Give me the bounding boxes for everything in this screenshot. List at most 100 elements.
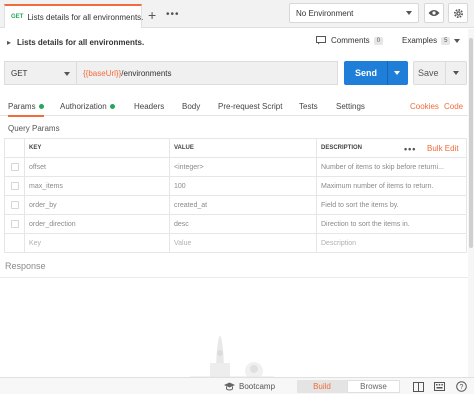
params-table: KEY VALUE DESCRIPTION ••• Bulk Edit offs…	[4, 138, 467, 253]
caret-down-icon[interactable]	[453, 71, 459, 75]
tab-params[interactable]: Params	[8, 102, 44, 117]
chevron-right-icon[interactable]: ▸	[7, 38, 11, 47]
tab-method: GET	[11, 14, 24, 20]
bootcamp-icon	[224, 382, 235, 391]
keyboard-button[interactable]	[434, 381, 445, 392]
tab-settings[interactable]: Settings	[336, 102, 365, 111]
keyboard-icon	[434, 382, 445, 391]
status-bar: Bootcamp Build Browse ?	[0, 377, 474, 394]
tab-params-label: Params	[8, 102, 36, 111]
tab-headers-label: Headers	[134, 102, 165, 111]
row-checkbox-cell	[4, 157, 25, 177]
comments-count: 0	[373, 36, 384, 45]
two-pane-button[interactable]	[413, 381, 424, 392]
param-value-cell[interactable]: created_at	[169, 195, 317, 215]
scrollbar-thumb[interactable]	[469, 38, 473, 248]
url-path: /environments	[121, 68, 172, 78]
param-value-cell[interactable]: <integer>	[169, 157, 317, 177]
param-description-cell[interactable]: Number of items to skip before returni..…	[316, 157, 467, 177]
param-description-cell[interactable]: Maximum number of items to return.	[316, 176, 467, 196]
help-icon: ?	[456, 381, 467, 392]
caret-down-icon	[406, 11, 412, 15]
browse-toggle[interactable]: Browse	[347, 380, 400, 393]
top-bar: GET Lists details for all environments. …	[0, 0, 474, 28]
comment-icon	[316, 36, 326, 45]
tab-tests-label: Tests	[299, 102, 318, 111]
table-row: order_direction desc Direction to sort t…	[4, 214, 467, 234]
save-button[interactable]: Save	[413, 61, 467, 85]
row-checkbox-cell	[4, 233, 25, 253]
request-tab[interactable]: GET Lists details for all environments.	[4, 4, 144, 28]
status-dot	[38, 104, 44, 109]
url-variable: {{baseUrl}}	[83, 68, 122, 78]
eye-icon	[428, 10, 440, 16]
row-checkbox[interactable]	[10, 182, 19, 190]
cookies-link[interactable]: Cookies	[410, 102, 439, 111]
param-key-cell[interactable]: order_direction	[24, 214, 170, 234]
tab-authorization-label: Authorization	[60, 102, 107, 111]
response-divider	[0, 277, 474, 278]
environment-select[interactable]: No Environment	[289, 3, 419, 23]
table-header-row: KEY VALUE DESCRIPTION ••• Bulk Edit	[4, 138, 467, 158]
header-checkbox-cell	[4, 138, 25, 158]
request-subtabs: Params Authorization Headers Body Pre-re…	[0, 96, 474, 117]
gear-icon	[453, 8, 463, 18]
tab-headers[interactable]: Headers	[134, 102, 164, 111]
tab-body[interactable]: Body	[182, 102, 200, 111]
tab-pre-request-label: Pre-request Script	[218, 102, 283, 111]
more-icon[interactable]: •••	[166, 10, 180, 20]
svg-text:?: ?	[460, 384, 464, 391]
settings-button[interactable]	[448, 3, 468, 23]
method-select[interactable]: GET	[4, 61, 76, 85]
table-row: offset <integer> Number of items to skip…	[4, 157, 467, 177]
column-header-key: KEY	[24, 138, 170, 158]
build-toggle[interactable]: Build	[297, 380, 347, 393]
column-header-value: VALUE	[169, 138, 317, 158]
query-params-title: Query Params	[8, 124, 60, 133]
param-key-cell[interactable]: order_by	[24, 195, 170, 215]
tab-pre-request-script[interactable]: Pre-request Script	[218, 102, 282, 111]
tab-title: Lists details for all environments.	[27, 12, 144, 22]
examples-count: 5	[441, 36, 451, 45]
examples-label: Examples	[402, 36, 438, 45]
method-value: GET	[11, 68, 28, 78]
row-checkbox-cell	[4, 195, 25, 215]
new-key-input[interactable]: Key	[24, 233, 170, 253]
new-description-input[interactable]: Description	[316, 233, 467, 253]
row-checkbox[interactable]	[10, 220, 19, 228]
rocket-icon	[190, 335, 274, 377]
param-description-cell[interactable]: Field to sort the items by.	[316, 195, 467, 215]
new-value-input[interactable]: Value	[169, 233, 317, 253]
plus-icon[interactable]: +	[148, 8, 156, 22]
tab-settings-label: Settings	[336, 102, 365, 111]
param-key-cell[interactable]: max_items	[24, 176, 170, 196]
column-header-description: DESCRIPTION ••• Bulk Edit	[316, 138, 467, 158]
eye-button[interactable]	[424, 3, 444, 23]
response-label: Response	[5, 261, 46, 271]
examples-button[interactable]: Examples 5	[402, 36, 461, 45]
caret-down-icon[interactable]	[394, 71, 400, 75]
bootcamp-button[interactable]: Bootcamp	[224, 382, 275, 391]
help-button[interactable]: ?	[456, 381, 467, 392]
tab-authorization[interactable]: Authorization	[60, 102, 115, 111]
two-pane-icon	[413, 381, 424, 392]
tab-tests[interactable]: Tests	[299, 102, 318, 111]
code-link[interactable]: Code	[444, 102, 463, 111]
save-label: Save	[418, 68, 439, 78]
param-value-cell[interactable]: 100	[169, 176, 317, 196]
bulk-edit-link[interactable]: Bulk Edit	[427, 144, 459, 153]
table-row-new: Key Value Description	[4, 233, 467, 253]
row-checkbox[interactable]	[10, 163, 19, 171]
table-row: order_by created_at Field to sort the it…	[4, 195, 467, 215]
param-value-cell[interactable]: desc	[169, 214, 317, 234]
send-button[interactable]: Send	[344, 61, 408, 85]
request-name[interactable]: Lists details for all environments.	[17, 38, 144, 47]
row-checkbox-cell	[4, 214, 25, 234]
more-icon[interactable]: •••	[404, 144, 416, 154]
comments-button[interactable]: Comments 0	[316, 36, 384, 45]
status-dot	[109, 104, 115, 109]
param-key-cell[interactable]: offset	[24, 157, 170, 177]
param-description-cell[interactable]: Direction to sort the items in.	[316, 214, 467, 234]
row-checkbox[interactable]	[10, 201, 19, 209]
url-input[interactable]: {{baseUrl}}/environments	[76, 61, 338, 85]
